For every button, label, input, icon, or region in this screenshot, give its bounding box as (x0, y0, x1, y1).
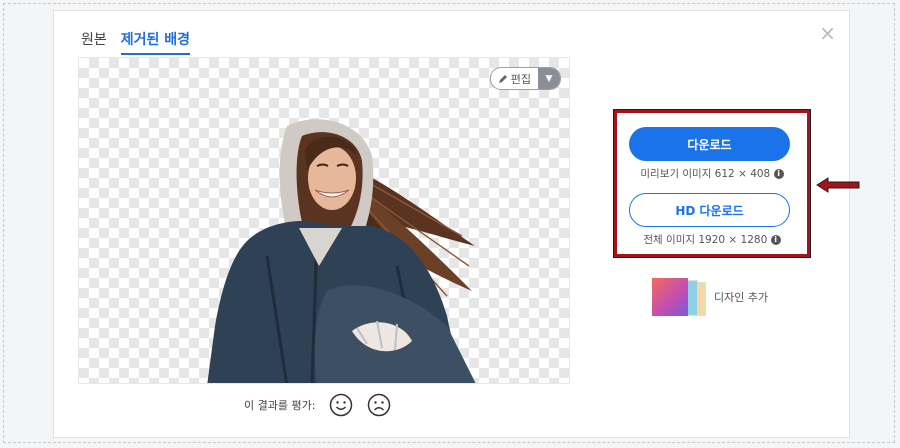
tab-removed-background[interactable]: 제거된 배경 (120, 29, 191, 55)
edit-label: 편집 (510, 72, 531, 86)
preview-image-area: 편집 ▼ (78, 57, 570, 384)
result-dialog: 원본 제거된 배경 × 편집 ▼ 이 결과를 평가: 다운로드 미리보기 이미지… (53, 10, 850, 438)
preview-image-info: 미리보기 이미지 612 × 408 i (614, 166, 810, 181)
preview-info-text: 미리보기 이미지 612 × 408 (640, 168, 771, 180)
caret-down-icon[interactable]: ▼ (538, 68, 560, 89)
tab-original[interactable]: 원본 (81, 29, 107, 55)
frown-icon[interactable] (367, 393, 391, 417)
edit-button[interactable]: 편집 (491, 68, 538, 89)
info-icon[interactable]: i (773, 169, 784, 179)
arrow-left-icon (816, 177, 860, 193)
cutout-person-image (207, 119, 476, 383)
hd-download-button[interactable]: HD 다운로드 (629, 193, 790, 227)
add-design-button[interactable]: 디자인 추가 (652, 278, 768, 316)
info-icon[interactable]: i (770, 235, 781, 245)
full-info-text: 전체 이미지 1920 × 1280 (643, 234, 768, 246)
rating-bar: 이 결과를 평가: (244, 393, 391, 417)
rating-label: 이 결과를 평가: (244, 399, 316, 412)
pencil-icon (498, 74, 507, 83)
design-thumbnails-icon (652, 278, 708, 316)
download-button[interactable]: 다운로드 (629, 127, 790, 161)
smile-icon[interactable] (329, 393, 353, 417)
close-icon[interactable]: × (819, 23, 836, 43)
edit-button-group: 편집 ▼ (489, 67, 561, 90)
full-image-info: 전체 이미지 1920 × 1280 i (614, 232, 810, 247)
view-tabs: 원본 제거된 배경 (81, 29, 191, 55)
add-design-label: 디자인 추가 (714, 291, 769, 304)
